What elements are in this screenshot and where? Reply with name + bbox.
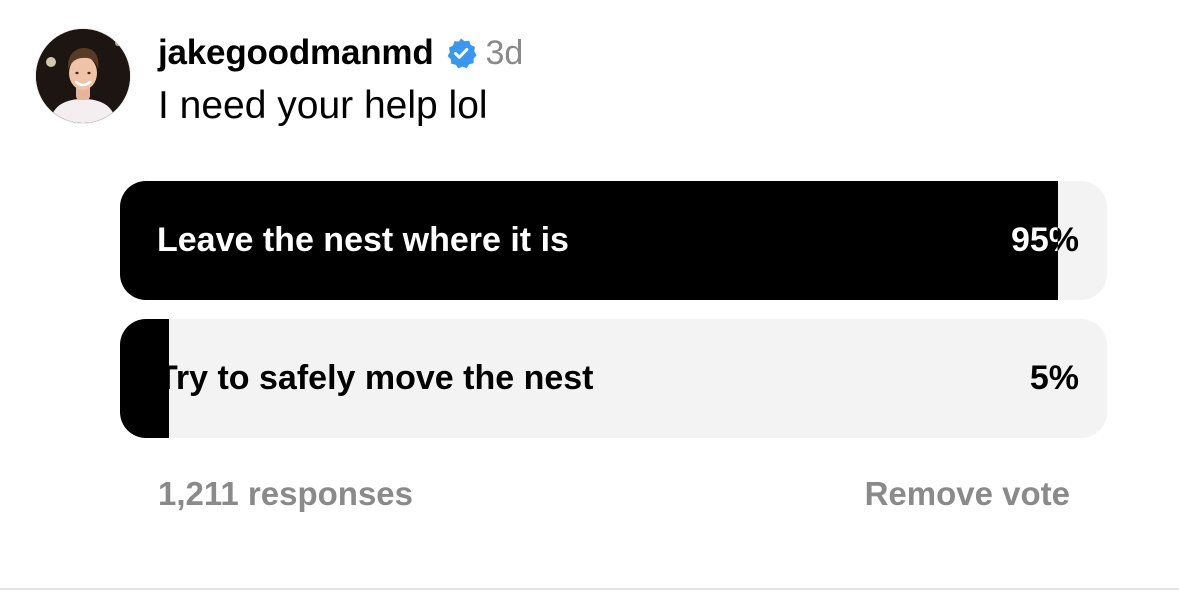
poll-option-move-nest[interactable]: Try to safely move the nest 5% [120, 319, 1107, 438]
verified-badge-icon [445, 37, 477, 69]
post-header: jakegoodmanmd 3d [158, 30, 523, 76]
username[interactable]: jakegoodmanmd [158, 33, 434, 73]
poll-footer: 1,211 responses Remove vote [158, 475, 1070, 519]
poll-option-leave-nest[interactable]: Leave the nest where it is 95% [120, 181, 1107, 300]
profile-photo-icon [36, 29, 130, 123]
poll-option-percent: 5% [1029, 359, 1079, 397]
post-timestamp[interactable]: 3d [486, 34, 524, 73]
poll-option-percent: 95% [1011, 181, 1079, 300]
responses-count: 1,211 responses [158, 475, 414, 512]
avatar[interactable] [36, 29, 130, 123]
poll-post: jakegoodmanmd 3d I need your help lol Le… [0, 0, 1179, 610]
poll-option-label: Try to safely move the nest [157, 359, 594, 397]
poll-option-label: Leave the nest where it is [157, 221, 569, 259]
remove-vote-button[interactable]: Remove vote [865, 475, 1070, 513]
post-caption: I need your help lol [158, 84, 488, 127]
divider [0, 588, 1179, 590]
poll: Leave the nest where it is 95% Try to sa… [120, 181, 1107, 457]
